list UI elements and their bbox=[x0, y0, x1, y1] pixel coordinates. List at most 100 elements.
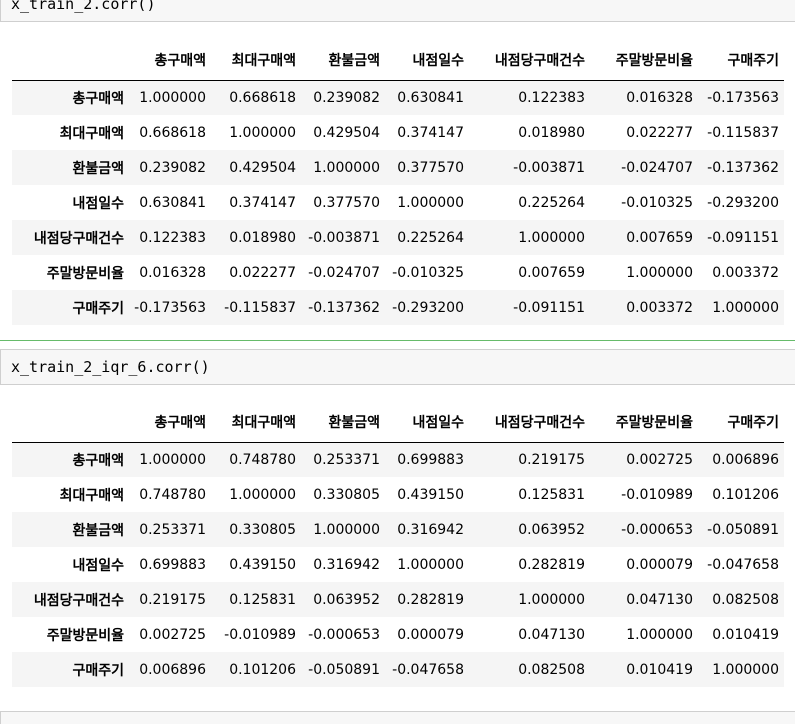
table-cell: 1.000000 bbox=[626, 626, 693, 643]
table-cell: 0.101206 bbox=[229, 661, 296, 678]
table-cell: 0.022277 bbox=[626, 124, 693, 141]
table-row: 최대구매액 0.748780 1.000000 0.330805 0.439150 0.1… bbox=[12, 477, 784, 512]
table-cell: 0.125831 bbox=[229, 591, 296, 608]
row-index-label: 주말방문비율 bbox=[46, 627, 124, 644]
table-row: 주말방문비율 0.016328 0.022277 -0.024707 -0.010325… bbox=[12, 255, 784, 290]
table-cell: 1.000000 bbox=[139, 451, 206, 468]
table-cell: 0.002725 bbox=[626, 451, 693, 468]
table-cell: 0.063952 bbox=[313, 591, 380, 608]
table-cell: 0.253371 bbox=[313, 451, 380, 468]
table-cell: 0.122383 bbox=[139, 229, 206, 246]
table-cell: 0.748780 bbox=[229, 451, 296, 468]
table-row: 환불금액 0.253371 0.330805 1.000000 0.316942 0.06… bbox=[12, 512, 784, 547]
table-cell: 0.316942 bbox=[313, 556, 380, 573]
row-index-label: 구매주기 bbox=[72, 300, 124, 317]
table-cell: -0.115837 bbox=[707, 124, 779, 141]
table-cell: -0.047658 bbox=[707, 556, 779, 573]
table-row: 총구매액 1.000000 0.748780 0.253371 0.699883 0.21… bbox=[12, 442, 784, 477]
code-input-2[interactable]: x_train_2_iqr_6.corr() bbox=[11, 358, 210, 376]
table-cell: 0.006896 bbox=[139, 661, 206, 678]
index-header bbox=[12, 40, 129, 81]
column-header: 구매주기 bbox=[698, 402, 784, 443]
dataframe-output-1: 총구매액 최대구매액 환불금액 내점일수 내점당구매건수 주말방문비율 구매주기… bbox=[12, 40, 784, 325]
table-cell: 0.016328 bbox=[139, 264, 206, 281]
table-cell: -0.000653 bbox=[621, 521, 693, 538]
table-cell: 1.000000 bbox=[313, 159, 380, 176]
row-index-label: 구매주기 bbox=[72, 662, 124, 679]
index-header bbox=[12, 402, 129, 443]
table-cell: 0.003372 bbox=[626, 299, 693, 316]
code-cell-3[interactable] bbox=[0, 711, 795, 724]
table-row: 총구매액 1.000000 0.668618 0.239082 0.630841 0.12… bbox=[12, 80, 784, 115]
column-header: 최대구매액 bbox=[211, 40, 301, 81]
table-cell: 0.239082 bbox=[313, 89, 380, 106]
table-cell: 0.000079 bbox=[397, 626, 464, 643]
column-header: 내점당구매건수 bbox=[469, 40, 590, 81]
table-cell: -0.091151 bbox=[513, 299, 585, 316]
column-header: 구매주기 bbox=[698, 40, 784, 81]
table-cell: 0.125831 bbox=[518, 486, 585, 503]
table-cell: 0.429504 bbox=[229, 159, 296, 176]
table-cell: 1.000000 bbox=[229, 124, 296, 141]
row-index-label: 주말방문비율 bbox=[46, 265, 124, 282]
row-index-label: 환불금액 bbox=[72, 522, 124, 539]
table-cell: -0.010989 bbox=[224, 626, 296, 643]
table-cell: -0.010325 bbox=[621, 194, 693, 211]
row-index-label: 최대구매액 bbox=[59, 125, 124, 142]
header-row: 총구매액 최대구매액 환불금액 내점일수 내점당구매건수 주말방문비율 구매주기 bbox=[12, 40, 784, 81]
table-cell: 1.000000 bbox=[397, 556, 464, 573]
table-cell: 0.018980 bbox=[518, 124, 585, 141]
table-cell: 0.101206 bbox=[712, 486, 779, 503]
table-cell: 0.082508 bbox=[518, 661, 585, 678]
table-cell: 1.000000 bbox=[518, 229, 585, 246]
table-cell: 0.010419 bbox=[712, 626, 779, 643]
table-cell: 0.282819 bbox=[518, 556, 585, 573]
table-cell: 0.007659 bbox=[626, 229, 693, 246]
table-cell: -0.024707 bbox=[308, 264, 380, 281]
table-cell: -0.173563 bbox=[707, 89, 779, 106]
table-cell: 0.225264 bbox=[397, 229, 464, 246]
table-row: 내점일수 0.699883 0.439150 0.316942 1.000000 0.28… bbox=[12, 547, 784, 582]
table-cell: 1.000000 bbox=[712, 299, 779, 316]
table-cell: 1.000000 bbox=[313, 521, 380, 538]
row-index-label: 내점당구매건수 bbox=[33, 230, 124, 247]
table-cell: 0.002725 bbox=[139, 626, 206, 643]
table-cell: 0.439150 bbox=[229, 556, 296, 573]
table-row: 구매주기 -0.173563 -0.115837 -0.137362 -0.293200… bbox=[12, 290, 784, 325]
column-header: 최대구매액 bbox=[211, 402, 301, 443]
row-index-label: 총구매액 bbox=[72, 452, 124, 469]
table-cell: -0.050891 bbox=[707, 521, 779, 538]
code-cell-1[interactable]: x_train_2.corr() bbox=[0, 0, 795, 22]
table-row: 내점당구매건수 0.122383 0.018980 -0.003871 0.225264… bbox=[12, 220, 784, 255]
table-cell: 1.000000 bbox=[626, 264, 693, 281]
table-cell: -0.024707 bbox=[621, 159, 693, 176]
table-cell: -0.003871 bbox=[308, 229, 380, 246]
table-cell: -0.293200 bbox=[707, 194, 779, 211]
table-cell: 0.219175 bbox=[139, 591, 206, 608]
column-header: 주말방문비율 bbox=[590, 402, 698, 443]
table-cell: 0.253371 bbox=[139, 521, 206, 538]
table-cell: 1.000000 bbox=[139, 89, 206, 106]
table-cell: 0.007659 bbox=[518, 264, 585, 281]
table-cell: 0.630841 bbox=[139, 194, 206, 211]
table-cell: 0.010419 bbox=[626, 661, 693, 678]
code-input-1[interactable]: x_train_2.corr() bbox=[11, 0, 156, 13]
column-header: 내점일수 bbox=[385, 402, 469, 443]
table-cell: 0.330805 bbox=[229, 521, 296, 538]
table-cell: 0.316942 bbox=[397, 521, 464, 538]
table-cell: 1.000000 bbox=[712, 661, 779, 678]
table-cell: 0.225264 bbox=[518, 194, 585, 211]
row-index-label: 환불금액 bbox=[72, 160, 124, 177]
row-index-label: 내점일수 bbox=[72, 195, 124, 212]
table-cell: 0.016328 bbox=[626, 89, 693, 106]
table-cell: 0.377570 bbox=[313, 194, 380, 211]
code-cell-2[interactable]: x_train_2_iqr_6.corr() bbox=[0, 349, 795, 385]
table-cell: 1.000000 bbox=[397, 194, 464, 211]
table-cell: -0.293200 bbox=[392, 299, 464, 316]
table-cell: 0.330805 bbox=[313, 486, 380, 503]
table-row: 내점일수 0.630841 0.374147 0.377570 1.000000 0.22… bbox=[12, 185, 784, 220]
column-header: 내점일수 bbox=[385, 40, 469, 81]
table-cell: 0.668618 bbox=[229, 89, 296, 106]
table-cell: 0.047130 bbox=[518, 626, 585, 643]
table-body: 총구매액 1.000000 0.748780 0.253371 0.699883 0.21… bbox=[12, 442, 784, 687]
